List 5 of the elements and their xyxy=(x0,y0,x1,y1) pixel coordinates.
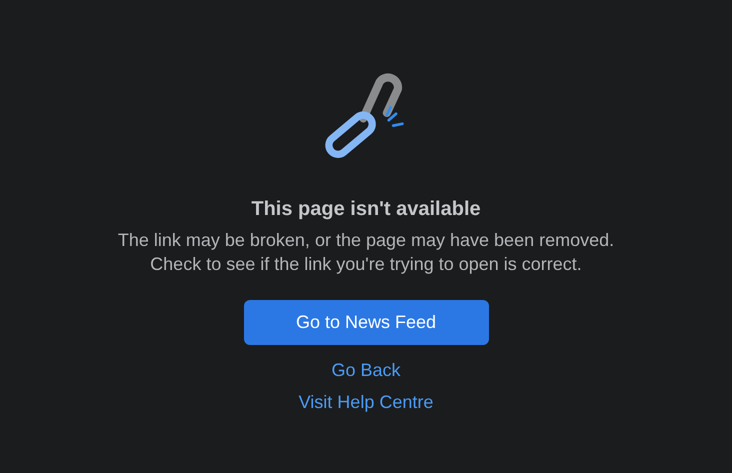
text-link[interactable]: Go Back xyxy=(331,359,400,382)
page-title: This page isn't available xyxy=(251,197,481,222)
text-link[interactable]: Visit Help Centre xyxy=(298,391,434,414)
news-feed-button[interactable]: Go to News Feed xyxy=(244,300,488,345)
error-message: The link may be broken, or the page may have been removed. Check to see if the link you're trying to open is correct. xyxy=(116,229,616,276)
